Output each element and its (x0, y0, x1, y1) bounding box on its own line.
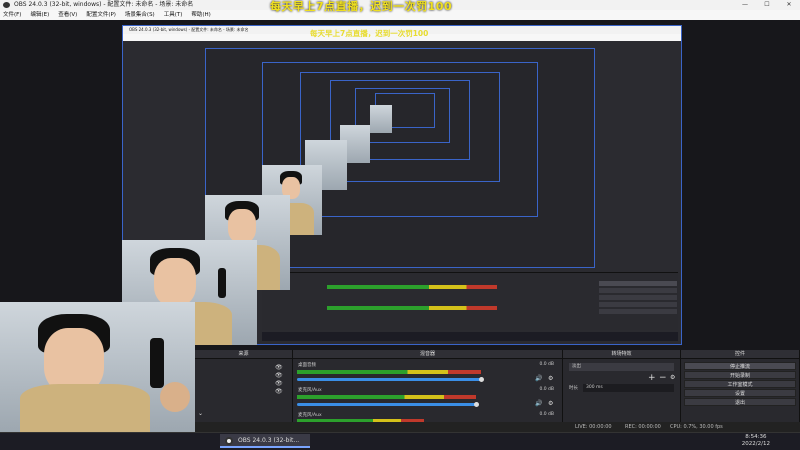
webcam-thumb (370, 105, 392, 133)
transition-select[interactable]: 淡出 (569, 363, 674, 371)
maximize-icon[interactable]: ☐ (756, 0, 778, 10)
window-title: OBS 24.0.3 (32-bit, windows) - 配置文件: 未命名… (14, 1, 194, 8)
gear-icon[interactable]: ⚙ (548, 375, 553, 382)
duration-input[interactable]: 300 ms (583, 384, 674, 392)
gear-icon[interactable]: ⚙ (548, 400, 553, 407)
settings-button[interactable]: 设置 (684, 389, 796, 397)
eye-icon[interactable]: 👁 (275, 380, 283, 387)
plus-icon[interactable]: + (648, 373, 656, 383)
nested-control (599, 281, 677, 286)
obs-logo-icon (3, 2, 10, 8)
mixer-channel-name: 麦克风/Aux (298, 388, 322, 393)
live-status: LIVE: 00:00:00 (575, 424, 612, 430)
dock-header: 来源 (195, 350, 292, 359)
volume-knob[interactable] (479, 377, 484, 382)
menu-profile[interactable]: 配置文件(P) (86, 10, 116, 20)
duration-label: 时长 (569, 386, 578, 391)
volume-slider[interactable] (297, 403, 477, 406)
volume-knob[interactable] (474, 402, 480, 407)
clock-time: 8:54:36 (745, 434, 767, 440)
clock-date: 2022/2/12 (741, 441, 770, 447)
eye-icon[interactable]: 👁 (275, 364, 283, 371)
menu-tools[interactable]: 工具(T) (164, 10, 183, 20)
minus-icon[interactable]: − (659, 373, 667, 383)
menu-view[interactable]: 查看(V) (58, 10, 77, 20)
dock-header: 控件 (681, 350, 799, 359)
eye-icon[interactable]: 👁 (275, 372, 283, 379)
speaker-icon[interactable]: 🔊 (535, 375, 542, 382)
obs-logo-icon (225, 437, 233, 445)
nested-control (599, 295, 677, 300)
nested-meter-2 (327, 306, 497, 310)
stream-overlay-text: 每天早上7点直播，迟到一次罚100 (270, 0, 453, 13)
webcam-main (0, 302, 195, 432)
studio-mode-button[interactable]: 工作室模式 (684, 380, 796, 388)
dock-header: 转场特效 (563, 350, 680, 359)
mixer-channel-db: 0.0 dB (539, 387, 554, 392)
stream-overlay-echo: 每天早上7点直播，迟到一次罚100 (310, 29, 429, 38)
taskbar-obs-button[interactable]: OBS 24.0.3 (32-bit... (220, 434, 310, 448)
volume-slider[interactable] (297, 378, 481, 381)
close-icon[interactable]: ✕ (778, 0, 800, 10)
nested-control (599, 302, 677, 307)
taskbar (0, 432, 800, 450)
nested-control (599, 309, 677, 314)
dock-header: 混音器 (293, 350, 562, 359)
rec-status: REC: 00:00:00 (625, 424, 661, 430)
exit-button[interactable]: 退出 (684, 398, 796, 406)
menu-scene-collection[interactable]: 场景集合(S) (125, 10, 155, 20)
taskbar-app-label: OBS 24.0.3 (32-bit... (238, 437, 300, 444)
menu-file[interactable]: 文件(F) (3, 10, 21, 20)
stop-stream-button[interactable]: 停止推流 (684, 362, 796, 370)
cpu-status: CPU: 0.7%, 30.00 fps (670, 424, 723, 430)
mixer-channel-db: 0.0 dB (539, 362, 554, 367)
gear-icon[interactable]: ⚙ (670, 374, 675, 381)
status-bar: LIVE: 00:00:00 REC: 00:00:00 CPU: 0.7%, … (195, 422, 800, 432)
taskbar-clock[interactable]: 8:54:36 2022/2/12 (742, 434, 770, 448)
minimize-icon[interactable]: — (734, 0, 756, 10)
audio-meter (297, 395, 477, 399)
menu-edit[interactable]: 编辑(E) (30, 10, 49, 20)
eye-icon[interactable]: 👁 (275, 388, 283, 395)
chevron-down-icon[interactable]: ⌄ (198, 410, 203, 417)
mixer-channel-name: 麦克风/Aux (298, 413, 322, 418)
nested-taskbar (262, 332, 678, 341)
menu-help[interactable]: 帮助(H) (191, 10, 210, 20)
speaker-icon[interactable]: 🔊 (535, 400, 542, 407)
audio-meter (297, 370, 481, 374)
screen: OBS 24.0.3 (32-bit, windows) - 配置文件: 未命名… (0, 0, 800, 450)
nested-meter-1 (327, 285, 497, 289)
start-recording-button[interactable]: 开始录制 (684, 371, 796, 379)
mixer-channel-db: 0.0 dB (539, 412, 554, 417)
nested-control (599, 288, 677, 293)
mixer-channel-name: 桌面音频 (298, 363, 316, 368)
